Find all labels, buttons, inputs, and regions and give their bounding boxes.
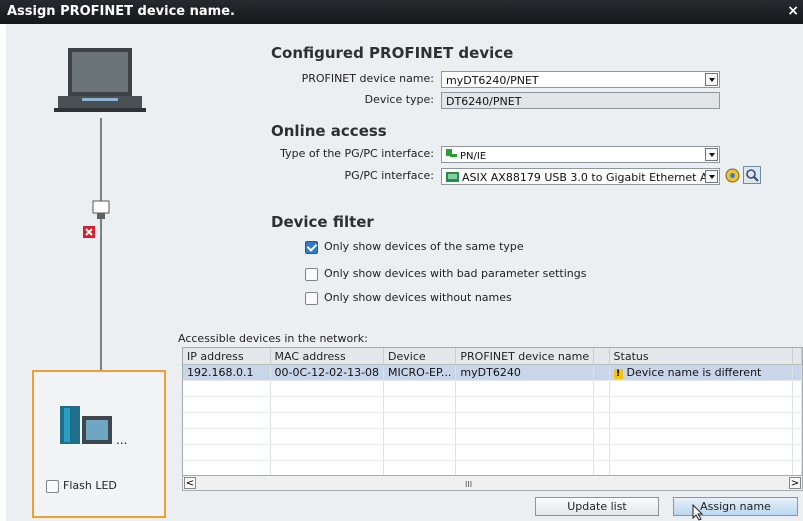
ethernet-adapter-icon (446, 172, 459, 182)
filter-same-type-checkbox[interactable] (305, 241, 318, 254)
online-access-heading: Online access (271, 122, 387, 140)
cell-mac: 00-0C-12-02-13-08 (270, 364, 385, 381)
cell-profinet-name: myDT6240 (455, 364, 595, 381)
table-row[interactable]: 192.168.0.1 00-0C-12-02-13-08 MICRO-EP..… (183, 364, 802, 381)
filter-bad-params-checkbox[interactable] (305, 268, 318, 281)
search-icon[interactable] (743, 166, 761, 184)
filter-bad-params-label: Only show devices with bad parameter set… (324, 267, 587, 280)
flash-led-label: Flash LED (63, 479, 117, 492)
interface-type-field[interactable]: PN/IE (441, 146, 720, 163)
flash-led-checkbox[interactable] (46, 480, 59, 493)
accessible-devices-caption: Accessible devices in the network: (178, 332, 368, 345)
error-icon (83, 226, 95, 238)
empty-row (183, 412, 802, 429)
window-title: Assign PROFINET device name. (7, 4, 235, 19)
column-status[interactable]: Status (609, 348, 794, 365)
update-list-button[interactable]: Update list (535, 497, 659, 516)
filter-no-names-checkbox[interactable] (305, 292, 318, 305)
device-preview-panel: ... Flash LED (32, 370, 166, 518)
filter-no-names-label: Only show devices without names (324, 291, 512, 304)
interface-value: ASIX AX88179 USB 3.0 to Gigabit Ethernet… (462, 171, 718, 184)
device-type-value: DT6240/PNET (446, 95, 522, 108)
network-line (100, 118, 102, 370)
device-table: IP address MAC address Device PROFINET d… (182, 347, 803, 476)
device-icon: ... (60, 406, 127, 447)
empty-row (183, 396, 802, 413)
column-ip[interactable]: IP address (183, 348, 271, 365)
dialog-body: ... Flash LED Configured PROFINET device… (6, 24, 803, 521)
chevron-down-icon[interactable] (705, 148, 718, 161)
close-icon[interactable]: × (787, 3, 799, 19)
chevron-down-icon[interactable] (705, 170, 718, 183)
interface-type-label: Type of the PG/PC interface: (280, 147, 434, 160)
chevron-down-icon[interactable] (705, 73, 718, 86)
empty-row (183, 380, 802, 397)
column-device[interactable]: Device (383, 348, 457, 365)
device-name-field[interactable]: myDT6240/PNET (441, 71, 720, 88)
column-filler (792, 348, 802, 365)
title-bar: Assign PROFINET device name. × (0, 0, 803, 24)
scroll-left-arrow[interactable]: < (184, 477, 196, 489)
cell-flag (593, 364, 610, 381)
properties-icon[interactable] (725, 168, 740, 183)
configured-heading: Configured PROFINET device (271, 44, 514, 62)
device-type-label: Device type: (364, 93, 434, 106)
status-text: Device name is different (626, 366, 762, 379)
column-profinet-name[interactable]: PROFINET device name (455, 348, 595, 365)
pg-computer-icon (54, 48, 146, 112)
device-name-label: PROFINET device name: (301, 72, 434, 85)
scroll-right-arrow[interactable]: > (789, 477, 801, 489)
empty-row (183, 460, 802, 475)
device-type-field: DT6240/PNET (441, 92, 720, 109)
table-header-row: IP address MAC address Device PROFINET d… (183, 348, 802, 365)
column-flag (593, 348, 610, 365)
network-icon (446, 149, 457, 157)
filter-same-type-label: Only show devices of the same type (324, 240, 524, 253)
scroll-thumb[interactable]: III (465, 480, 472, 489)
interface-field[interactable]: ASIX AX88179 USB 3.0 to Gigabit Ethernet… (441, 168, 720, 185)
cell-status: ! Device name is different (609, 364, 794, 381)
warning-icon: ! (613, 369, 623, 379)
empty-row (183, 444, 802, 461)
svg-text:...: ... (116, 433, 127, 447)
device-name-value: myDT6240/PNET (446, 74, 539, 87)
device-filter-heading: Device filter (271, 213, 374, 231)
cell-ip: 192.168.0.1 (183, 364, 271, 381)
interface-type-value: PN/IE (460, 151, 487, 162)
empty-row (183, 428, 802, 445)
network-port-icon (92, 200, 110, 219)
mouse-cursor-icon (692, 504, 704, 521)
cell-device: MICRO-EP... (383, 364, 457, 381)
horizontal-scrollbar[interactable]: < III > (182, 475, 803, 491)
interface-label: PG/PC interface: (344, 169, 434, 182)
column-mac[interactable]: MAC address (270, 348, 385, 365)
